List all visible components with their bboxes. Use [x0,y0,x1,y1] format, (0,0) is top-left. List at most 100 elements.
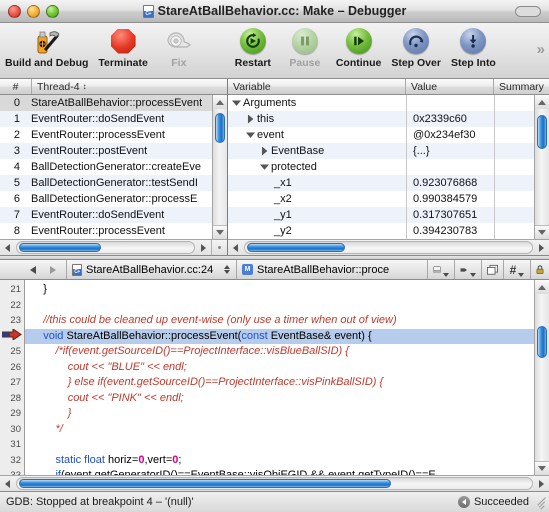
variables-vertical-scrollbar[interactable] [534,95,549,239]
code-line[interactable]: //this could be cleaned up event-wise (o… [25,313,534,329]
toolbar-toggle-button[interactable] [515,5,541,17]
threads-scroll-thumb[interactable] [215,113,225,143]
variables-scroll-down-button[interactable] [535,225,549,239]
line-number[interactable]: 32 [0,453,24,469]
variable-value[interactable]: 0x2339c60 [406,111,494,127]
thread-selector[interactable]: Thread-4 ↕ [32,79,227,94]
variable-row[interactable]: _x2 0.990384579 [228,191,534,207]
threads-scroll-down-button[interactable] [213,225,227,239]
editor-vertical-scrollbar[interactable] [534,280,549,475]
code-line[interactable]: static float horiz=0,vert=0; [25,453,534,469]
variable-row[interactable]: _y2 0.394230783 [228,223,534,239]
variables-scroll-track[interactable] [535,109,549,225]
code-line[interactable] [25,437,534,453]
variables-horizontal-scrollbar[interactable] [228,239,549,255]
code-line[interactable]: } else if(event.getSourceID()==ProjectIn… [25,375,534,391]
code-editor[interactable]: 212223252627282930313233343536 } //this … [0,280,549,475]
line-number[interactable]: 30 [0,422,24,438]
variable-value[interactable]: {...} [406,143,494,159]
threads-col-number[interactable]: # [0,79,32,94]
variable-row[interactable]: EventBase {...} [228,143,534,159]
variables-hscroll-thumb[interactable] [247,243,345,252]
editor-hscroll-thumb[interactable] [19,479,391,488]
code-line[interactable]: void StareAtBallBehavior::processEvent(c… [25,328,534,344]
lock-button[interactable] [531,260,549,279]
thread-stack-row[interactable]: 2 EventRouter::processEvent [0,127,212,143]
threads-hscroll-right-button[interactable] [196,240,211,255]
editor-scroll-track[interactable] [535,294,549,461]
minimize-button[interactable] [27,4,40,18]
editor-scroll-up-button[interactable] [535,280,549,294]
zoom-button[interactable] [46,4,59,18]
line-number[interactable]: 25 [0,344,24,360]
bookmark-popup-button[interactable] [428,260,455,279]
line-number[interactable]: 23 [0,313,24,329]
line-number[interactable]: 29 [0,406,24,422]
split-editor-button[interactable] [482,260,504,279]
code-line[interactable]: if(event.getGeneratorID()==EventBase::vi… [25,468,534,475]
editor-hscroll-track[interactable] [16,477,533,490]
line-number-popup-button[interactable]: # [504,260,531,279]
variables-hscroll-track[interactable] [244,241,533,254]
variable-value[interactable] [406,95,494,111]
step-over-button[interactable]: Step Over [386,26,446,69]
thread-stack-row[interactable]: 3 EventRouter::postEvent [0,143,212,159]
thread-stack-row[interactable]: 1 EventRouter::doSendEvent [0,111,212,127]
editor-horizontal-scrollbar[interactable] [0,475,549,491]
variables-col-summary[interactable]: Summary [494,79,549,94]
code-line[interactable]: /*if(event.getSourceID()==ProjectInterfa… [25,344,534,360]
variable-row[interactable]: _x1 0.923076868 [228,175,534,191]
source-code[interactable]: } //this could be cleaned up event-wise … [25,280,534,475]
variables-tree[interactable]: Arguments this 0x2339c60 event @0x234ef30 Eve… [228,95,534,239]
code-line[interactable]: } [25,406,534,422]
disclosure-down-icon[interactable] [260,164,269,170]
threads-horizontal-scrollbar[interactable] [0,239,227,255]
pause-button[interactable]: Pause [279,26,331,69]
line-number[interactable]: 33 [0,468,24,475]
code-line[interactable] [25,298,534,314]
variables-col-variable[interactable]: Variable [228,79,406,94]
line-number-gutter[interactable]: 212223252627282930313233343536 [0,280,25,475]
variable-value[interactable]: @0x234ef30 [406,127,494,143]
variables-scroll-thumb[interactable] [537,115,547,149]
variable-value[interactable]: 0.394230783 [406,223,494,239]
threads-scroll-up-button[interactable] [213,95,227,109]
variables-hscroll-right-button[interactable] [534,240,549,255]
threads-hscroll-track[interactable] [16,241,195,254]
variable-row[interactable]: Arguments [228,95,534,111]
continue-button[interactable]: Continue [331,26,387,69]
thread-stack-row[interactable]: 8 EventRouter::processEvent [0,223,212,239]
line-number[interactable]: 28 [0,391,24,407]
close-button[interactable] [8,4,21,18]
line-number[interactable] [0,328,24,345]
terminate-button[interactable]: Terminate [93,26,152,69]
step-into-button[interactable]: Step Into [446,26,501,69]
variables-scroll-up-button[interactable] [535,95,549,109]
thread-stack-row[interactable]: 4 BallDetectionGenerator::createEve [0,159,212,175]
thread-stack-row[interactable]: 7 EventRouter::doSendEvent [0,207,212,223]
navigate-forward-icon[interactable] [50,265,56,274]
editor-scroll-thumb[interactable] [537,326,547,358]
variable-row[interactable]: event @0x234ef30 [228,127,534,143]
line-number[interactable]: 21 [0,282,24,298]
window-resize-grip[interactable] [535,497,547,510]
build-and-debug-button[interactable]: Build and Debug [0,26,93,69]
editor-scroll-down-button[interactable] [535,461,549,475]
code-line[interactable]: cout << "PINK" << endl; [25,391,534,407]
disclosure-right-icon[interactable] [247,114,254,124]
symbol-popup[interactable]: M StareAtBallBehavior::proce [237,260,428,279]
disclosure-right-icon[interactable] [261,146,268,156]
variable-row[interactable]: protected [228,159,534,175]
navigate-back-icon[interactable] [30,265,36,274]
variable-value[interactable]: 0.923076868 [406,175,494,191]
variable-value[interactable]: 0.990384579 [406,191,494,207]
threads-hscroll-thumb[interactable] [19,243,101,252]
disclosure-down-icon[interactable] [232,100,241,106]
variables-col-value[interactable]: Value [406,79,494,94]
file-path-popup[interactable]: StareAtBallBehavior.cc:24 [67,260,237,279]
fix-button[interactable]: Fix [153,26,205,69]
code-line[interactable]: cout << "BLUE" << endl; [25,360,534,376]
code-line[interactable]: } [25,282,534,298]
thread-stack-row[interactable]: 5 BallDetectionGenerator::testSendI [0,175,212,191]
variable-row[interactable]: this 0x2339c60 [228,111,534,127]
